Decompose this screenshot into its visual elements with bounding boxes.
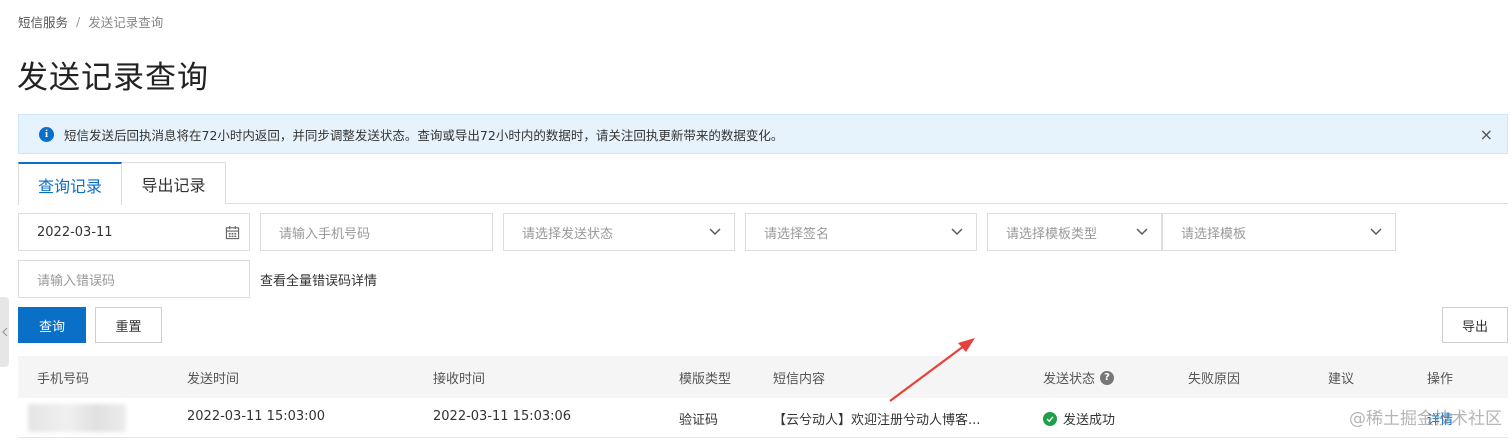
breadcrumb-separator: / <box>76 14 81 29</box>
tab-bar: 查询记录 导出记录 <box>18 162 1508 205</box>
sign-select[interactable]: 请选择签名 <box>745 213 977 251</box>
date-picker[interactable]: 2022-03-11 <box>18 213 250 251</box>
tab-export-records[interactable]: 导出记录 <box>122 162 226 204</box>
notice-banner: i 短信发送后回执消息将在72小时内返回，并同步调整发送状态。查询或导出72小时… <box>18 114 1508 154</box>
column-template-type: 模版类型 <box>679 372 732 387</box>
help-icon[interactable]: ? <box>1100 370 1115 385</box>
status-select[interactable]: 请选择发送状态 <box>503 213 735 251</box>
column-status: 发送状态 ? <box>1043 368 1115 387</box>
check-circle-icon <box>1043 411 1057 426</box>
template-type-select[interactable]: 请选择模板类型 <box>987 213 1162 251</box>
cell-template-type: 验证码 <box>679 413 719 428</box>
close-icon[interactable]: × <box>1480 125 1493 144</box>
breadcrumb-root[interactable]: 短信服务 <box>18 12 68 31</box>
error-code-details-link[interactable]: 查看全量错误码详情 <box>260 270 377 289</box>
chevron-down-icon <box>709 228 721 235</box>
column-suggestion: 建议 <box>1328 372 1355 387</box>
cell-status: 发送成功 <box>1043 409 1115 428</box>
cell-content: 【云兮动人】欢迎注册兮动人博客... <box>773 413 981 428</box>
tab-query-records[interactable]: 查询记录 <box>18 162 122 205</box>
query-button[interactable]: 查询 <box>18 307 86 343</box>
cell-status-label: 发送成功 <box>1063 413 1116 428</box>
annotation-arrow <box>889 338 975 402</box>
chevron-left-icon <box>1 327 7 337</box>
column-receive-time: 接收时间 <box>433 372 486 387</box>
column-phone: 手机号码 <box>37 372 90 387</box>
page-title: 发送记录查询 <box>17 60 209 96</box>
phone-placeholder: 请输入手机号码 <box>279 226 371 242</box>
template-type-placeholder: 请选择模板类型 <box>1006 226 1098 242</box>
notice-text: 短信发送后回执消息将在72小时内返回，并同步调整发送状态。查询或导出72小时内的… <box>64 127 784 143</box>
template-placeholder: 请选择模板 <box>1181 226 1247 242</box>
phone-input[interactable]: 请输入手机号码 <box>260 213 493 251</box>
column-status-label: 发送状态 <box>1043 372 1096 387</box>
cell-send-time: 2022-03-11 15:03:00 <box>187 409 326 424</box>
details-link[interactable]: 详情 <box>1427 409 1453 428</box>
calendar-icon <box>225 225 240 240</box>
column-send-time: 发送时间 <box>187 372 240 387</box>
breadcrumb-current: 发送记录查询 <box>88 15 164 30</box>
column-content: 短信内容 <box>773 372 826 387</box>
error-code-input[interactable]: 请输入错误码 <box>18 260 250 298</box>
status-placeholder: 请选择发送状态 <box>522 226 614 242</box>
phone-number-redacted <box>28 404 126 432</box>
table-header: 手机号码 发送时间 接收时间 模版类型 短信内容 发送状态 ? 失败原因 建议 … <box>18 356 1508 398</box>
sign-placeholder: 请选择签名 <box>764 226 830 242</box>
chevron-down-icon <box>951 228 963 235</box>
column-action: 操作 <box>1427 372 1454 387</box>
info-icon: i <box>39 126 54 142</box>
chevron-down-icon <box>1370 228 1382 235</box>
cell-receive-time: 2022-03-11 15:03:06 <box>433 409 572 424</box>
chevron-down-icon <box>1136 228 1148 235</box>
reset-button[interactable]: 重置 <box>95 307 162 343</box>
column-failure-reason: 失败原因 <box>1188 372 1241 387</box>
sidebar-collapse-handle[interactable] <box>0 297 9 367</box>
table-row: 2022-03-11 15:03:00 2022-03-11 15:03:06 … <box>18 398 1508 438</box>
error-code-placeholder: 请输入错误码 <box>37 273 116 289</box>
template-select[interactable]: 请选择模板 <box>1162 213 1396 251</box>
export-button[interactable]: 导出 <box>1442 307 1508 343</box>
date-value: 2022-03-11 <box>37 224 113 240</box>
breadcrumb: 短信服务 / 发送记录查询 <box>18 12 163 31</box>
